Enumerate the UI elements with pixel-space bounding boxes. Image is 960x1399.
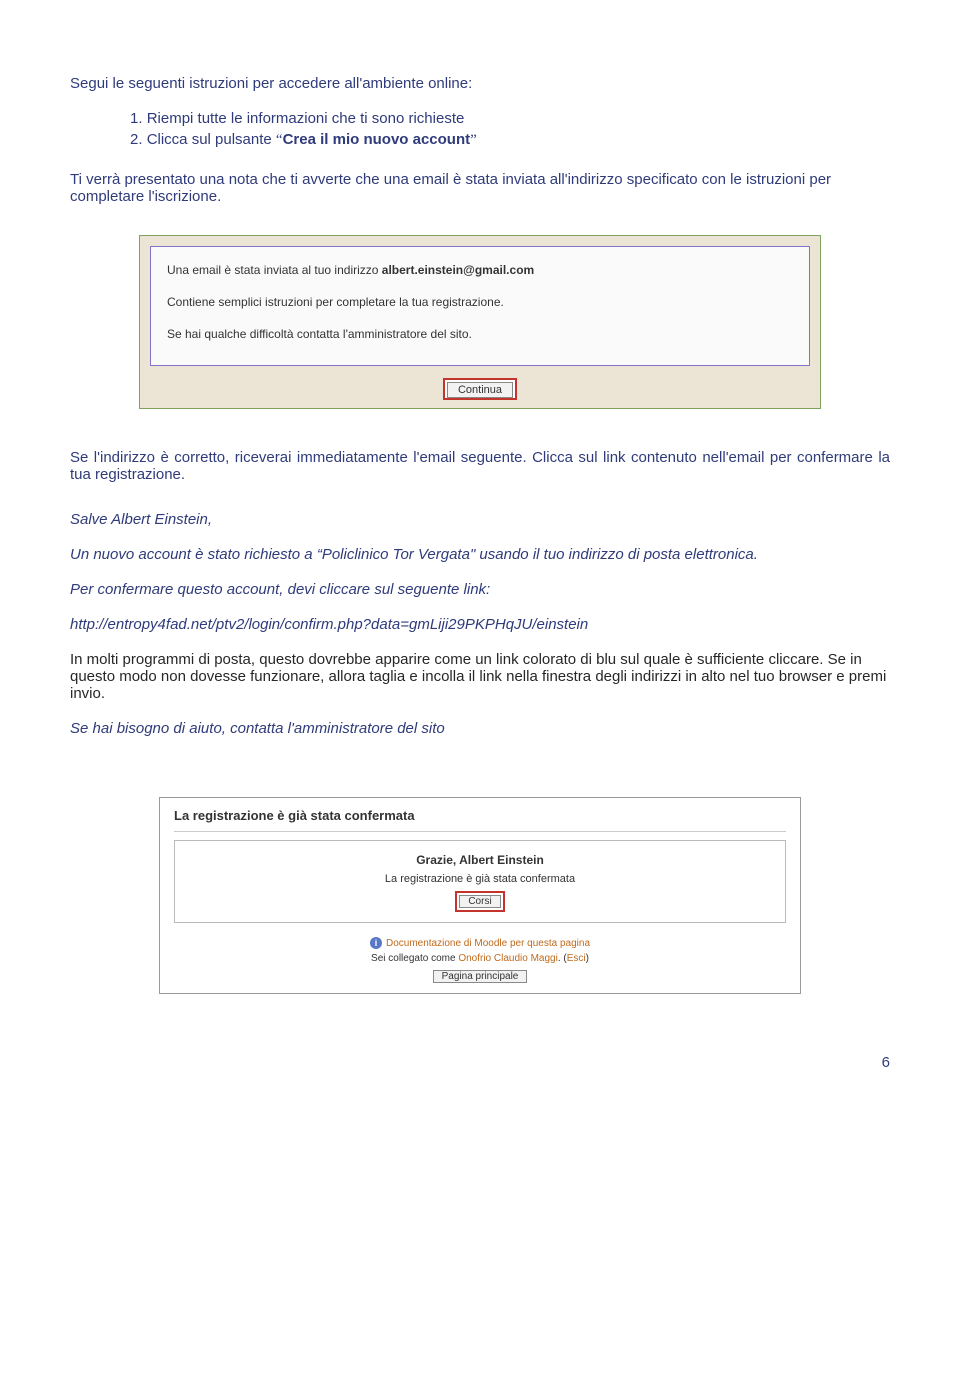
notice-line-1a: Una email è stata inviata al tuo indiriz…: [167, 263, 382, 277]
continue-button-highlight: Continua: [443, 378, 517, 400]
corsi-button[interactable]: Corsi: [459, 895, 500, 908]
step-2-text-a: Clicca sul pulsante: [147, 131, 276, 148]
intro-text: Segui le seguenti istruzioni per acceder…: [70, 75, 890, 92]
step-1-text: Riempi tutte le informazioni che ti sono…: [147, 110, 465, 127]
info-icon: i: [370, 937, 382, 949]
steps-list: 1. Riempi tutte le informazioni che ti s…: [70, 110, 890, 149]
logout-link[interactable]: Esci: [567, 953, 586, 964]
user-paren-1: . (: [558, 953, 567, 964]
doc-link-row: i Documentazione di Moodle per questa pag…: [160, 937, 800, 949]
continue-button[interactable]: Continua: [447, 382, 513, 398]
corsi-button-highlight: Corsi: [455, 891, 504, 912]
notice-email-bold: albert.einstein@gmail.com: [382, 263, 534, 277]
email-body-1b: Policlinico Tor Vergata" usando il tuo i…: [322, 546, 758, 563]
email-body-3-text: In molti programmi di posta, questo dovr…: [70, 651, 886, 702]
notice-line-3: Se hai qualche difficoltà contatta l'amm…: [167, 325, 793, 343]
email-body-1: Un nuovo account è stato richiesto a “Po…: [70, 546, 890, 563]
notice-line-1: Una email è stata inviata al tuo indiriz…: [167, 261, 793, 279]
user-row: Sei collegato come Onofrio Claudio Maggi…: [160, 953, 800, 964]
email-body-1a: Un nuovo account è stato richiesto a: [70, 546, 317, 563]
main-page-button[interactable]: Pagina principale: [433, 970, 528, 983]
user-paren-2: ): [586, 953, 589, 964]
main-page-button-wrap: Pagina principale: [431, 968, 530, 985]
paragraph-3: Se l'indirizzo è corretto, riceverai imm…: [70, 449, 890, 483]
step-2-num: 2.: [130, 131, 143, 148]
figure-1: Una email è stata inviata al tuo indiriz…: [70, 235, 890, 409]
email-quote: Salve Albert Einstein, Un nuovo account …: [70, 511, 890, 737]
step-2-bold: Crea il mio nuovo account: [283, 131, 471, 148]
figure-2: La registrazione è già stata confermata …: [70, 797, 890, 994]
confirm-box: Grazie, Albert Einstein La registrazione…: [174, 840, 786, 923]
email-body-3: In molti programmi di posta, questo dovr…: [70, 651, 890, 702]
email-body-2: Per confermare questo account, devi clic…: [70, 581, 890, 598]
page-number: 6: [70, 1054, 890, 1071]
doc-link[interactable]: Documentazione di Moodle per questa pagi…: [386, 938, 590, 949]
open-quote: “: [276, 132, 283, 148]
notice-box: Una email è stata inviata al tuo indiriz…: [150, 246, 810, 366]
fig2-title: La registrazione è già stata confermata: [160, 798, 800, 829]
confirm-text: La registrazione è già stata confermata: [183, 873, 777, 885]
email-confirm-link[interactable]: http://entropy4fad.net/ptv2/login/confir…: [70, 616, 890, 633]
user-prefix: Sei collegato come: [371, 953, 458, 964]
thanks-text: Grazie, Albert Einstein: [183, 853, 777, 867]
divider: [174, 831, 786, 832]
paragraph-2: Ti verrà presentato una nota che ti avve…: [70, 171, 890, 205]
step-1: 1. Riempi tutte le informazioni che ti s…: [130, 110, 890, 127]
user-name-link[interactable]: Onofrio Claudio Maggi: [458, 953, 558, 964]
step-1-num: 1.: [130, 110, 143, 127]
step-2: 2. Clicca sul pulsante “Crea il mio nuov…: [130, 131, 890, 149]
email-body-4: Se hai bisogno di aiuto, contatta l'ammi…: [70, 720, 890, 737]
notice-line-2: Contiene semplici istruzioni per complet…: [167, 293, 793, 311]
close-quote: ”: [470, 132, 477, 148]
email-greeting: Salve Albert Einstein,: [70, 511, 890, 528]
